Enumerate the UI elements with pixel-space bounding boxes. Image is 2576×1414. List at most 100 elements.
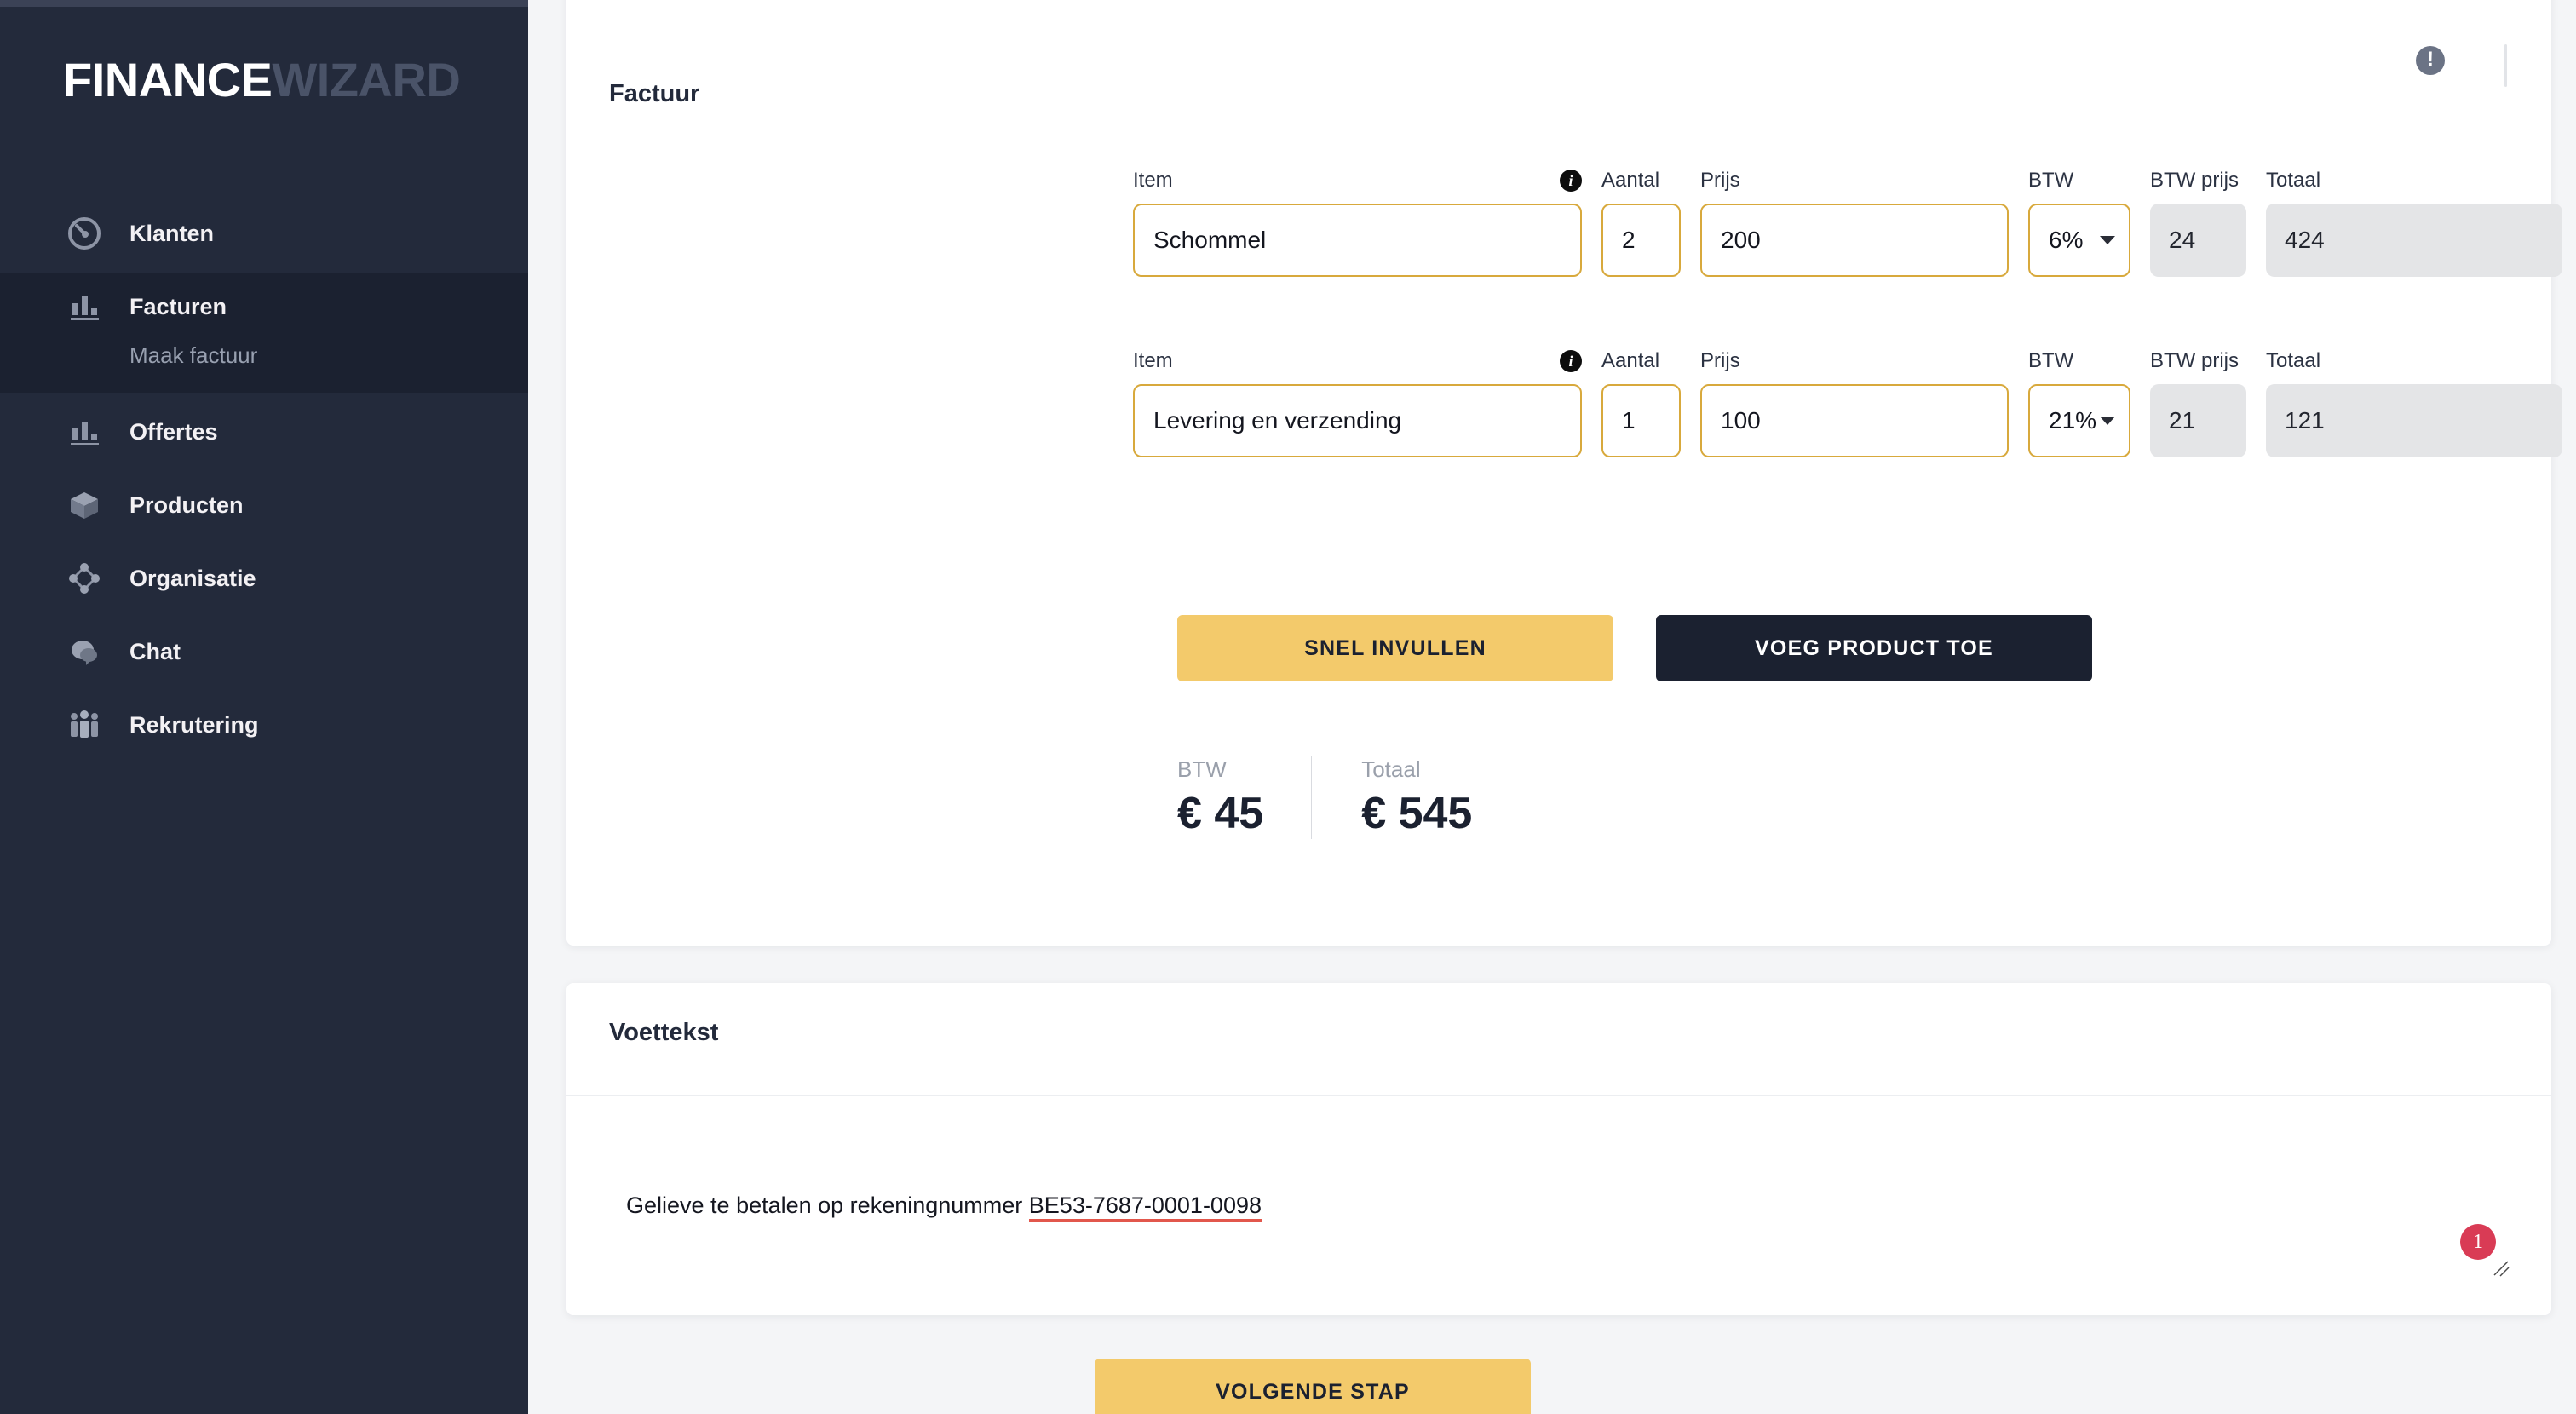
status-badge[interactable]: 1 [2460,1224,2496,1260]
sidebar-item-facturen[interactable]: Facturen [0,273,528,341]
btw-field-group: BTW 21% [2028,349,2130,457]
sidebar-subitem-maak-factuur[interactable]: Maak factuur [0,341,528,393]
sidebar-item-chat[interactable]: Chat [0,618,528,686]
sidebar: FINANCEWIZARD Klanten Facturen Maak fact… [0,7,528,1414]
next-step-button[interactable]: VOLGENDE STAP [1095,1359,1531,1414]
sidebar-item-label: Organisatie [129,565,256,591]
account-number-text: BE53-7687-0001-0098 [1028,1193,1262,1222]
sidebar-item-producten[interactable]: Producten [0,471,528,539]
sidebar-nav: Klanten Facturen Maak factuur Offertes P… [0,199,528,759]
sidebar-item-offertes[interactable]: Offertes [0,398,528,466]
totaal-field-group: Totaal 121 [2266,349,2562,457]
btw-total-block: BTW € 45 [1177,756,1311,839]
column-header-prijs: Prijs [1700,349,1740,372]
column-header-item: Item [1133,349,1173,372]
item-field-group: Item i Schommel [1133,169,1582,277]
btw-prijs-value: 24 [2150,204,2246,277]
prijs-input[interactable]: 100 [1700,384,2009,457]
app-root: FINANCEWIZARD Klanten Facturen Maak fact… [0,0,2576,1414]
column-header-aantal: Aantal [1601,169,1660,192]
column-header-btw: BTW [2028,169,2074,192]
add-product-button[interactable]: VOEG PRODUCT TOE [1656,615,2092,681]
column-header-totaal: Totaal [2266,169,2321,192]
item-input[interactable]: Schommel [1133,204,1582,277]
prijs-field-group: Prijs 100 [1700,349,2009,457]
sidebar-item-label: Offertes [129,418,218,445]
main-content: ! Factuur Item i Schommel Aantal 2 Prijs… [528,0,2576,1414]
grand-total-label: Totaal [1361,756,1421,782]
sidebar-item-label: Klanten [129,220,215,246]
sidebar-subitem-label: Maak factuur [129,342,258,368]
column-header-item: Item [1133,169,1173,192]
bar-chart-icon [63,411,106,453]
cube-icon [63,484,106,526]
totaal-field-group: Totaal 424 [2266,169,2562,277]
grand-total-value: € 545 [1361,789,1473,838]
sidebar-item-klanten[interactable]: Klanten [0,199,528,267]
item-label-row: Item i [1133,169,1582,193]
prijs-field-group: Prijs 200 [1700,169,2009,277]
column-header-btw-prijs: BTW prijs [2150,169,2239,192]
btw-total-label: BTW [1177,756,1227,782]
column-header-aantal: Aantal [1601,349,1660,372]
column-header-btw-prijs: BTW prijs [2150,349,2239,372]
footer-text-prefix: Gelieve te betalen op rekeningnummer [626,1193,1029,1218]
btw-field-group: BTW 6% [2028,169,2130,277]
people-icon [63,704,106,746]
info-icon[interactable]: i [1560,350,1582,372]
invoice-line-row: Item i Levering en verzending Aantal 1 P… [1133,349,2576,457]
column-header-totaal: Totaal [2266,349,2321,372]
footer-textarea[interactable]: Gelieve te betalen op rekeningnummer BE5… [566,1096,2551,1315]
btw-prijs-value: 21 [2150,384,2246,457]
btw-select[interactable]: 6% [2028,204,2130,277]
invoice-totals: BTW € 45 Totaal € 545 [1177,756,1520,839]
item-input[interactable]: Levering en verzending [1133,384,1582,457]
sidebar-item-label: Chat [129,638,181,664]
grand-total-block: Totaal € 545 [1311,756,1520,839]
alert-icon[interactable]: ! [2416,46,2445,75]
invoice-card [566,0,2551,946]
gauge-icon [63,212,106,255]
aantal-field-group: Aantal 1 [1601,349,1681,457]
app-logo: FINANCEWIZARD [63,56,528,104]
aantal-input[interactable]: 1 [1601,384,1681,457]
chevron-down-icon [2100,236,2115,244]
resize-handle-icon[interactable] [2492,1259,2510,1278]
column-header-btw: BTW [2028,349,2074,372]
totaal-value: 424 [2266,204,2562,277]
item-label-row: Item i [1133,349,1582,373]
invoice-line-row: Item i Schommel Aantal 2 Prijs 200 BTW 6… [1133,169,2576,277]
aantal-input[interactable]: 2 [1601,204,1681,277]
page-title: Factuur [609,80,700,107]
prijs-input[interactable]: 200 [1700,204,2009,277]
sidebar-item-label: Producten [129,491,244,518]
footer-text-content: Gelieve te betalen op rekeningnummer BE5… [626,1193,1262,1222]
totaal-value: 121 [2266,384,2562,457]
network-icon [63,557,106,600]
btw-select-value: 6% [2049,227,2084,253]
logo-text-secondary: WIZARD [272,53,461,106]
btw-prijs-field-group: BTW prijs 21 [2150,349,2246,457]
aantal-field-group: Aantal 2 [1601,169,1681,277]
btw-select-value: 21% [2049,407,2097,434]
alert-icon-glyph: ! [2427,48,2434,71]
sidebar-item-label: Rekrutering [129,711,259,738]
info-icon[interactable]: i [1560,170,1582,192]
sidebar-item-rekrutering[interactable]: Rekrutering [0,691,528,759]
btw-total-value: € 45 [1177,789,1264,838]
chat-bubble-icon [63,630,106,673]
logo-text-primary: FINANCE [63,53,273,106]
sidebar-top-strip [0,0,528,7]
btw-prijs-field-group: BTW prijs 24 [2150,169,2246,277]
sidebar-item-label: Facturen [129,293,227,319]
scrollbar-thumb[interactable] [2504,44,2507,87]
bar-chart-icon [63,285,106,328]
column-header-prijs: Prijs [1700,169,1740,192]
chevron-down-icon [2100,417,2115,425]
quick-fill-button[interactable]: SNEL INVULLEN [1177,615,1613,681]
content-header: ! [566,0,2551,112]
btw-select[interactable]: 21% [2028,384,2130,457]
item-field-group: Item i Levering en verzending [1133,349,1582,457]
footer-section-title: Voettekst [609,1019,719,1046]
sidebar-item-organisatie[interactable]: Organisatie [0,544,528,612]
